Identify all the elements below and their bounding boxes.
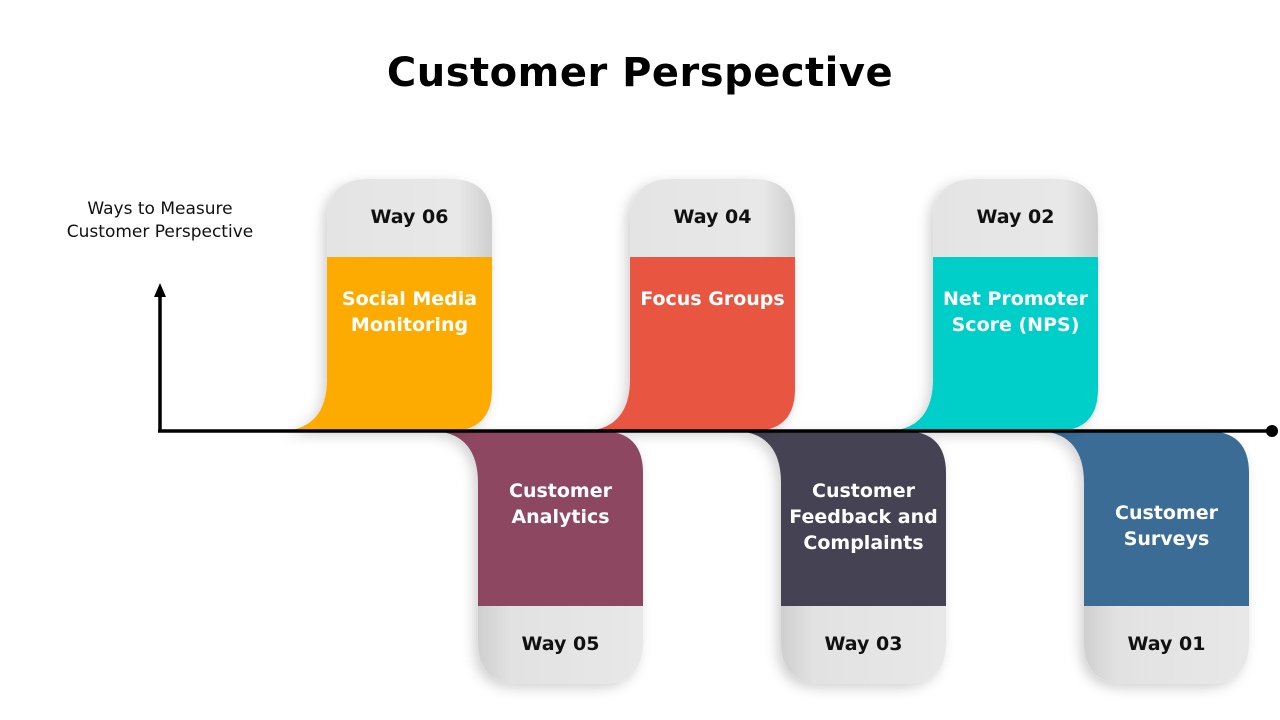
- way-number-label: Way 03: [824, 633, 903, 655]
- way-number-label: Way 01: [1127, 633, 1206, 655]
- axis-end-dot-icon: [1266, 425, 1278, 437]
- arrow-up-icon: [154, 283, 166, 297]
- way-number-label: Way 06: [370, 206, 449, 228]
- way-card-body: [891, 257, 1098, 431]
- way-card-body: [588, 257, 795, 431]
- way-number-label: Way 04: [673, 206, 752, 228]
- timeline-diagram: [154, 179, 1278, 684]
- way-number-label: Way 05: [521, 633, 600, 655]
- way-title-label: Customer Feedback and Complaints: [789, 480, 938, 554]
- way-title-label: Customer Surveys: [1115, 502, 1218, 550]
- way-number-label: Way 02: [976, 206, 1055, 228]
- way-title-label: Social Media Monitoring: [341, 288, 478, 336]
- way-title-label: Focus Groups: [640, 288, 785, 310]
- way-title-label: Customer Analytics: [509, 480, 612, 528]
- way-title-label: Net Promoter Score (NPS): [942, 288, 1089, 336]
- way-card-body: [285, 257, 492, 431]
